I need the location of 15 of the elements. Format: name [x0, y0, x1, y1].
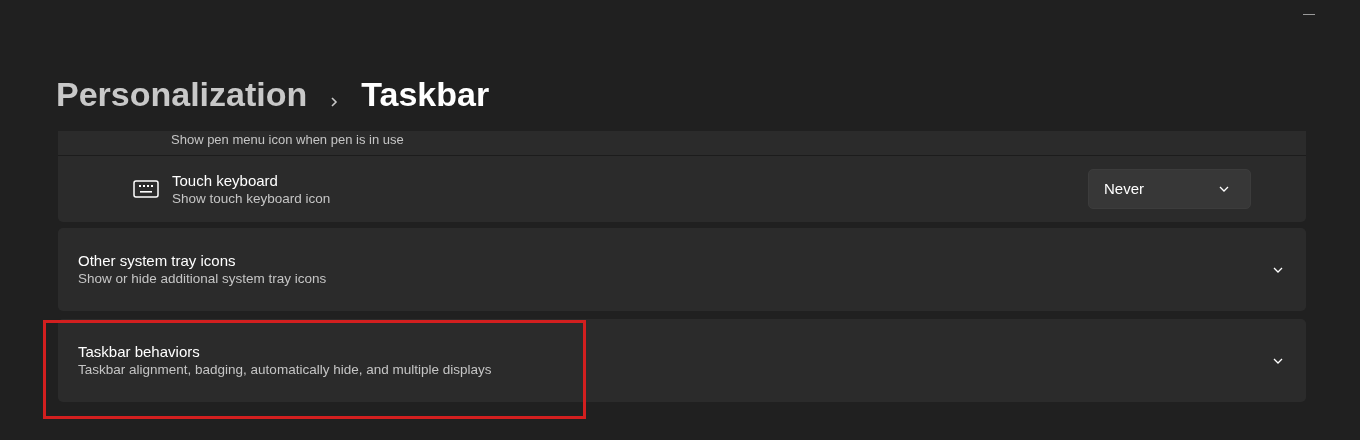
breadcrumb-link[interactable]: Personalization	[56, 70, 308, 118]
setting-description: Show or hide additional system tray icons	[78, 270, 328, 288]
setting-title: Other system tray icons	[78, 251, 237, 270]
minimize-icon[interactable]	[1303, 14, 1315, 15]
expander-row[interactable]: Taskbar behaviors Taskbar alignment, badging, automatically hide, and multiple displays	[58, 319, 1306, 402]
keyboard-icon	[133, 180, 159, 198]
setting-description: Show touch keyboard icon	[172, 189, 332, 208]
dropdown[interactable]: Never	[1088, 169, 1251, 209]
setting-title: Taskbar behaviors	[78, 342, 201, 361]
setting-description: Taskbar alignment, badging, automatically hide, and multiple displays	[78, 361, 493, 379]
setting-title: Touch keyboard	[172, 170, 279, 190]
expander-row[interactable]: Other system tray icons Show or hide additional system tray icons	[58, 228, 1306, 311]
chevron-right-icon	[329, 94, 340, 109]
setting-description: Show pen menu icon when pen is in use	[171, 132, 404, 147]
page-title: Taskbar	[361, 74, 490, 115]
